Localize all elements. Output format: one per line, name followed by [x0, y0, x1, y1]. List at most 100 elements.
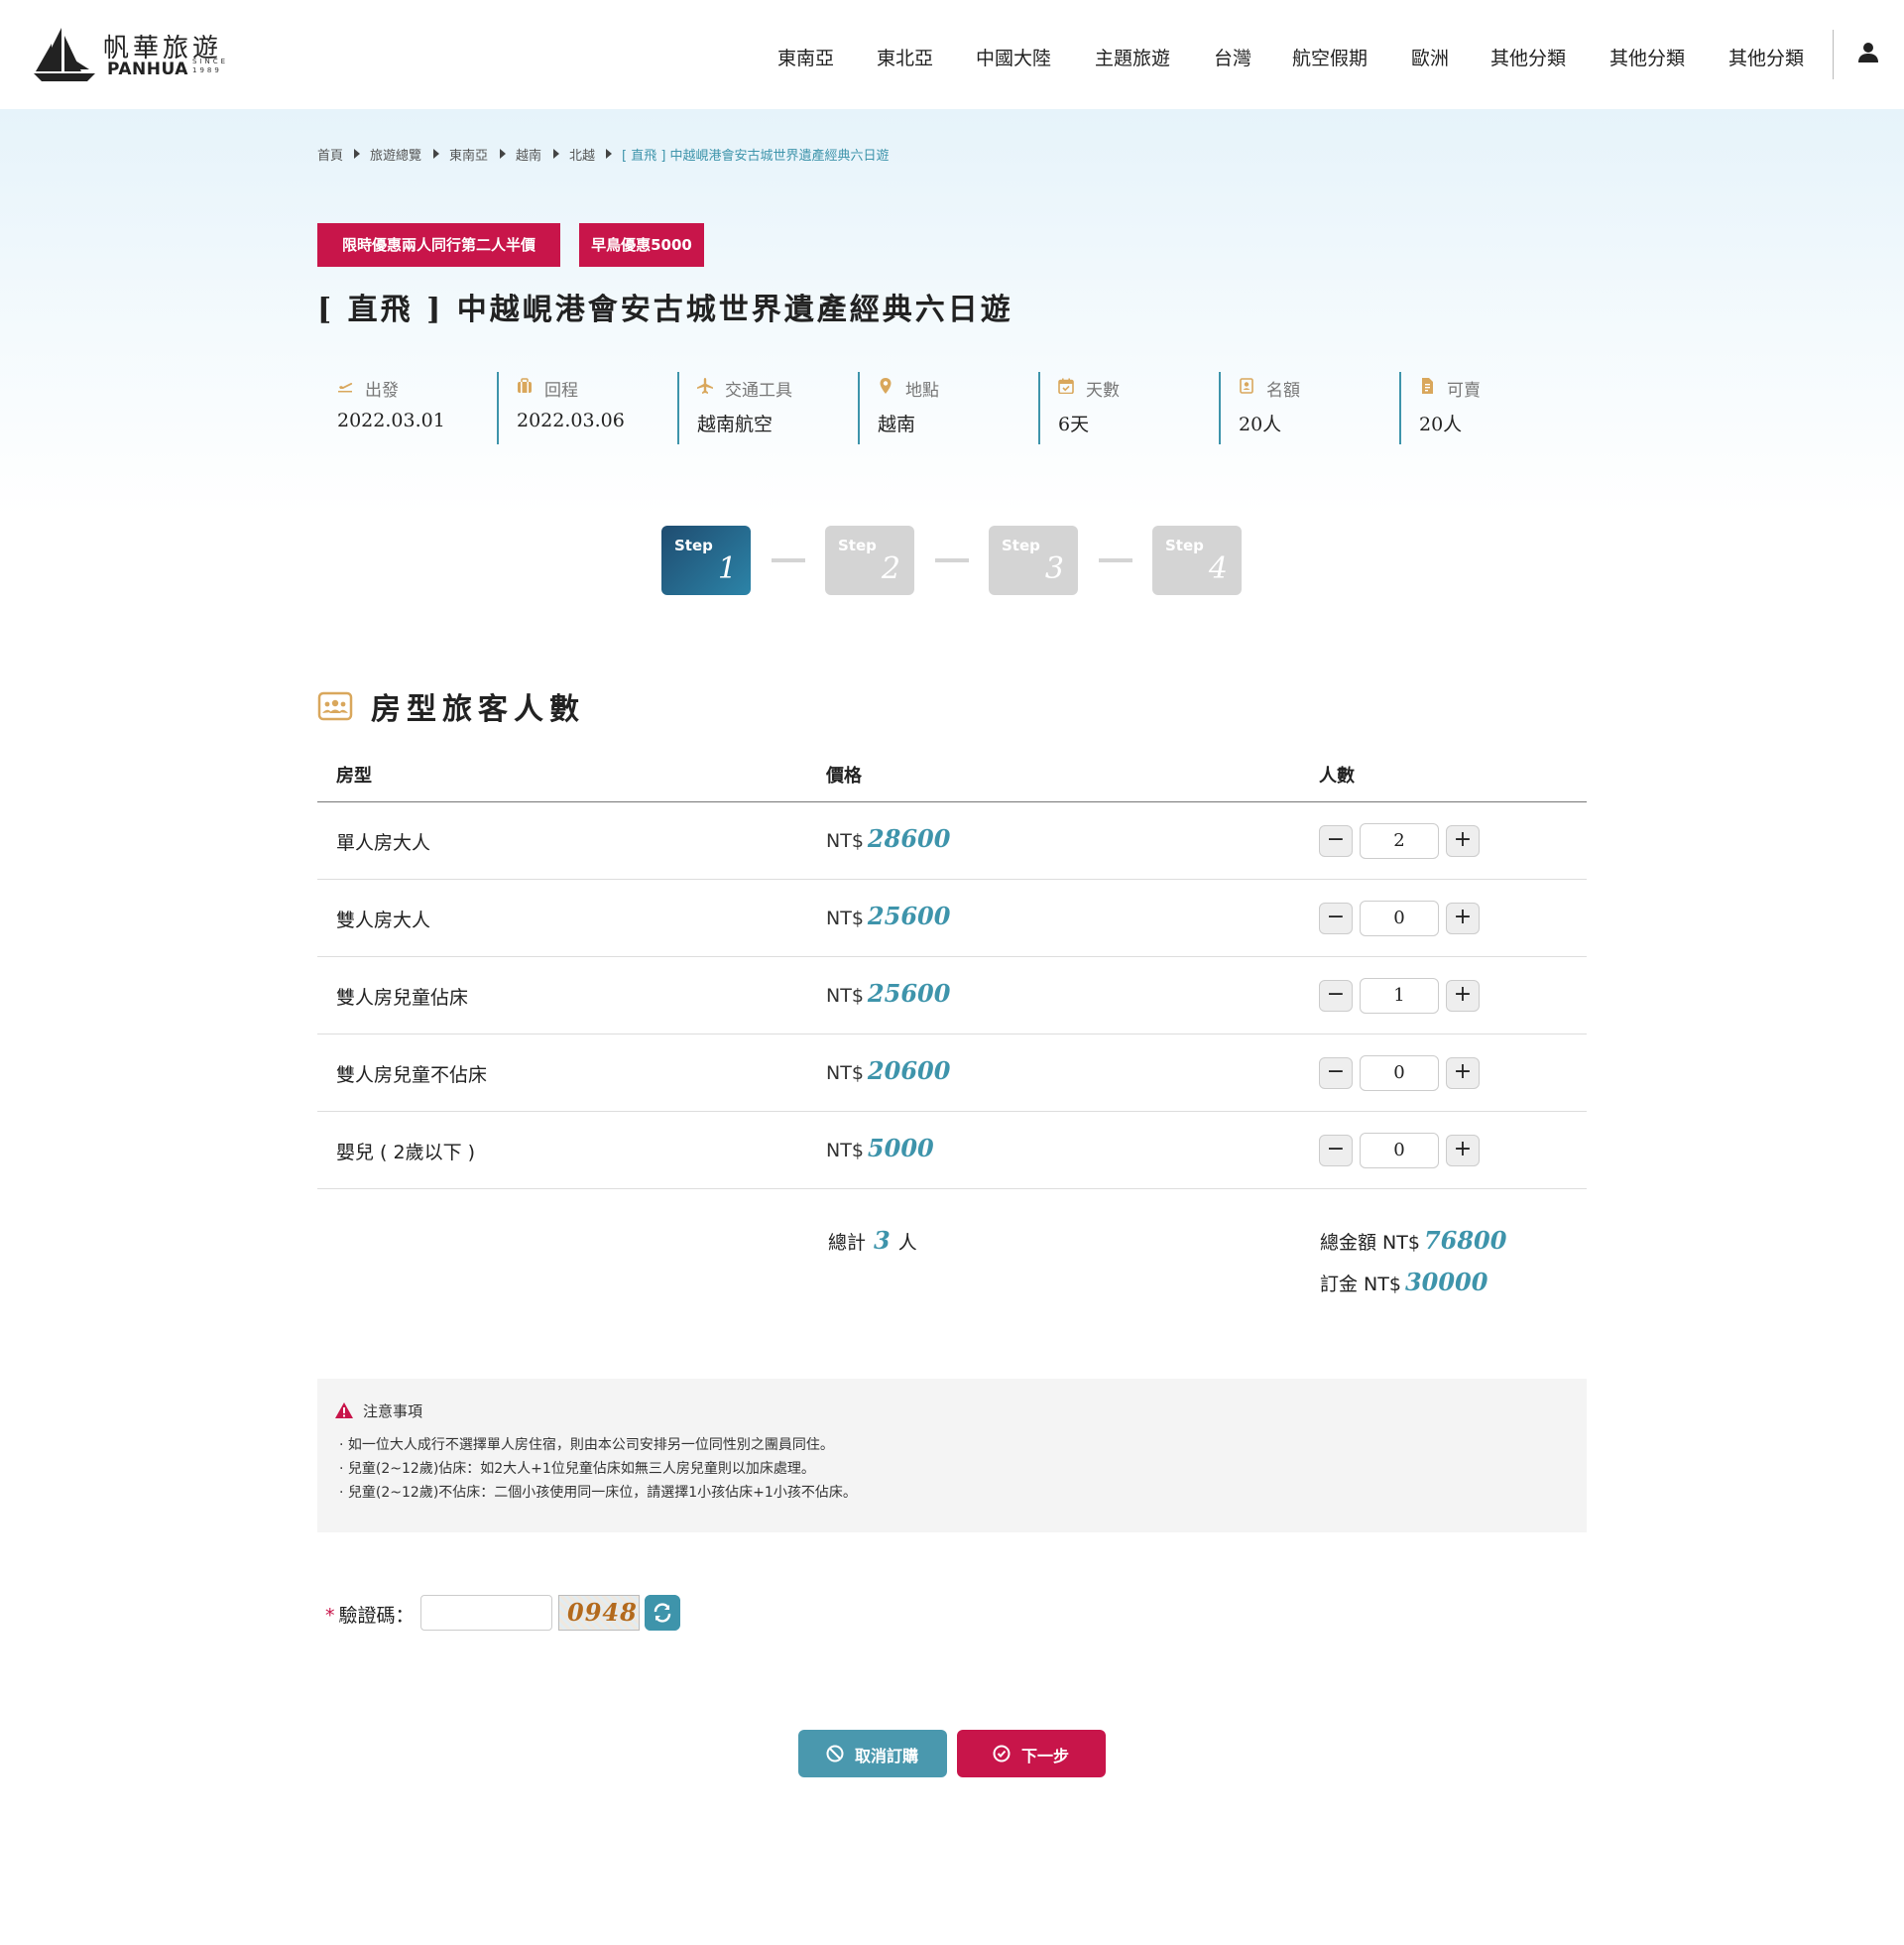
currency-label: NT$: [826, 985, 864, 1007]
info-location: 地點 越南: [858, 372, 1038, 444]
increment-button[interactable]: +: [1446, 980, 1480, 1012]
info-label: 出發: [365, 381, 399, 401]
refresh-icon[interactable]: [645, 1595, 680, 1631]
decrement-button[interactable]: −: [1319, 1057, 1353, 1089]
quantity-stepper: − 0 +: [1319, 1133, 1480, 1168]
decrement-button[interactable]: −: [1319, 1135, 1353, 1166]
nav-item-northeast-asia[interactable]: 東北亞: [877, 44, 933, 70]
total-count: 總計 3 人: [828, 1226, 917, 1255]
brand-name-en: PANHUA: [107, 60, 188, 79]
price-value: 20600: [867, 1056, 951, 1085]
next-step-label: 下一步: [1021, 1747, 1070, 1765]
luggage-icon: [518, 378, 532, 393]
nav-item-taiwan[interactable]: 台灣: [1214, 44, 1251, 70]
nav-divider: [1833, 30, 1834, 79]
quantity-input[interactable]: 2: [1360, 823, 1439, 859]
row-divider: [317, 1033, 1587, 1034]
quantity-input[interactable]: 0: [1360, 901, 1439, 936]
increment-button[interactable]: +: [1446, 1057, 1480, 1089]
notice-line: · 如一位大人成行不選擇單人房住宿，則由本公司安排另一位同性別之團員同住。: [339, 1437, 834, 1453]
row-divider: [317, 1111, 1587, 1112]
nav-item-theme-tours[interactable]: 主題旅遊: [1095, 44, 1170, 70]
step-2[interactable]: Step 2: [825, 526, 914, 595]
breadcrumb-current: [ 直飛 ] 中越峴港會安古城世界遺產經典六日遊: [622, 149, 890, 164]
decrement-button[interactable]: −: [1319, 980, 1353, 1012]
quantity-input[interactable]: 1: [1360, 978, 1439, 1014]
captcha-input[interactable]: [420, 1595, 552, 1631]
increment-button[interactable]: +: [1446, 825, 1480, 857]
increment-button[interactable]: +: [1446, 1135, 1480, 1166]
price-value: 5000: [867, 1134, 934, 1162]
step-label: Step: [674, 537, 713, 554]
decrement-button[interactable]: −: [1319, 903, 1353, 934]
info-label: 交通工具: [725, 381, 792, 401]
quantity-stepper: − 1 +: [1319, 978, 1480, 1014]
nav-item-air-holidays[interactable]: 航空假期: [1292, 44, 1368, 70]
quantity-stepper: − 0 +: [1319, 901, 1480, 936]
nav-item-southeast-asia[interactable]: 東南亞: [777, 44, 834, 70]
breadcrumb-southeast-asia[interactable]: 東南亞: [449, 145, 488, 164]
step-number: 2: [881, 551, 900, 586]
room-name: 雙人房兒童不佔床: [336, 1064, 488, 1086]
quantity-stepper: − 0 +: [1319, 1055, 1480, 1091]
site-header: 帆華旅遊 PANHUA SINCE 1989 東南亞 東北亞 中國大陸 主題旅遊…: [0, 0, 1904, 109]
total-amount: 總金額 NT$ 76800: [1320, 1226, 1506, 1255]
caret-right-icon: [606, 149, 612, 159]
nav-item-other-2[interactable]: 其他分類: [1609, 44, 1685, 70]
caret-right-icon: [553, 149, 559, 159]
info-value: 6天: [1058, 414, 1090, 435]
quantity-input[interactable]: 0: [1360, 1055, 1439, 1091]
room-price: NT$ 20600: [826, 1056, 950, 1085]
nav-item-europe[interactable]: 歐洲: [1411, 44, 1449, 70]
info-value: 20人: [1419, 414, 1463, 435]
info-transport: 交通工具 越南航空: [677, 372, 858, 444]
nav-item-china[interactable]: 中國大陸: [976, 44, 1051, 70]
step-4[interactable]: Step 4: [1152, 526, 1242, 595]
breadcrumb-home[interactable]: 首頁: [317, 145, 343, 164]
cancel-order-button[interactable]: 取消訂購: [798, 1730, 947, 1777]
total-amount-label: 總金額 NT$: [1320, 1232, 1420, 1254]
breadcrumb-north-vietnam[interactable]: 北越: [569, 145, 595, 164]
group-card-icon: [317, 691, 353, 721]
contact-icon: [1240, 378, 1253, 394]
step-number: 3: [1044, 551, 1064, 586]
increment-button[interactable]: +: [1446, 903, 1480, 934]
info-return: 回程 2022.03.06: [497, 372, 677, 444]
map-pin-icon: [880, 378, 892, 394]
deposit-label: 訂金 NT$: [1320, 1274, 1401, 1295]
brand-logo[interactable]: 帆華旅遊 PANHUA SINCE 1989: [32, 26, 226, 85]
notice-title: 注意事項: [363, 1402, 423, 1420]
currency-label: NT$: [826, 1140, 864, 1161]
breadcrumb-tours[interactable]: 旅遊總覽: [370, 145, 421, 164]
user-icon[interactable]: [1857, 42, 1879, 63]
step-label: Step: [838, 537, 877, 554]
row-divider: [317, 1188, 1587, 1189]
deposit-value: 30000: [1404, 1268, 1488, 1296]
caret-right-icon: [354, 149, 360, 159]
info-label: 天數: [1086, 381, 1120, 401]
check-circle-icon: [993, 1745, 1011, 1763]
room-price: NT$ 5000: [826, 1134, 934, 1162]
step-number: 4: [1208, 551, 1228, 586]
col-header-count: 人數: [1319, 766, 1355, 787]
decrement-button[interactable]: −: [1319, 825, 1353, 857]
step-connector: [1099, 558, 1132, 562]
price-value: 25600: [867, 979, 951, 1008]
required-mark: *: [325, 1605, 335, 1627]
step-connector: [935, 558, 969, 562]
notice-line: · 兒童(2~12歲)不佔床：二個小孩使用同一床位，請選擇1小孩佔床+1小孩不佔…: [339, 1485, 857, 1501]
notice-line: · 兒童(2~12歲)佔床：如2大人+1位兒童佔床如無三人房兒童則以加床處理。: [339, 1461, 815, 1477]
next-step-button[interactable]: 下一步: [957, 1730, 1106, 1777]
step-number: 1: [717, 551, 737, 586]
quantity-input[interactable]: 0: [1360, 1133, 1439, 1168]
step-1[interactable]: Step 1: [661, 526, 751, 595]
nav-item-other-1[interactable]: 其他分類: [1490, 44, 1566, 70]
nav-item-other-3[interactable]: 其他分類: [1728, 44, 1804, 70]
deposit-amount: 訂金 NT$ 30000: [1320, 1268, 1488, 1296]
room-name: 雙人房大人: [336, 910, 431, 931]
room-name: 單人房大人: [336, 832, 431, 854]
breadcrumb-vietnam[interactable]: 越南: [516, 145, 541, 164]
calendar-icon: [1058, 378, 1074, 394]
step-3[interactable]: Step 3: [989, 526, 1078, 595]
warning-icon: [335, 1402, 353, 1418]
